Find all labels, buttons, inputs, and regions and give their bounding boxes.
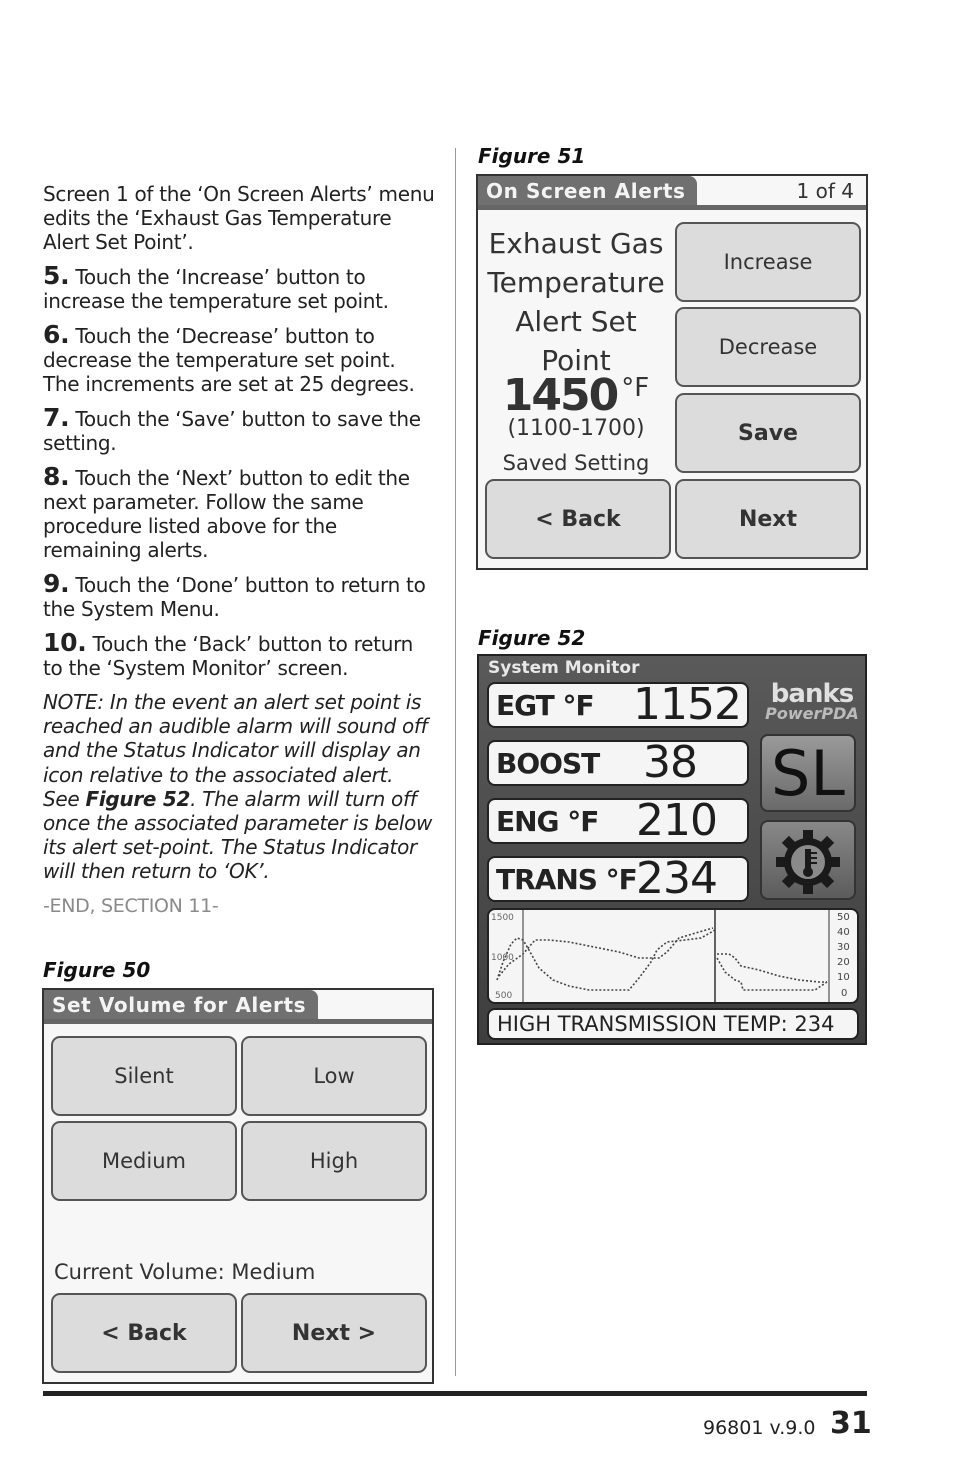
low-button[interactable]: Low	[241, 1036, 427, 1116]
left-tick-500: 500	[495, 991, 512, 1001]
figure-52-reference: Figure 52	[85, 786, 191, 811]
screen-title: Set Volume for Alerts	[44, 990, 319, 1019]
step-number: 10.	[43, 628, 87, 657]
figure-52-label: Figure 52	[478, 626, 586, 650]
step-text: Touch the ‘Increase’ button to increase …	[43, 265, 389, 313]
column-divider	[455, 148, 456, 1376]
logo-top: banks	[770, 679, 854, 709]
step-number: 9.	[43, 569, 70, 598]
current-volume-readout: Current Volume: Medium	[54, 1260, 315, 1284]
footer-rule	[43, 1391, 867, 1396]
decrease-button[interactable]: Decrease	[675, 307, 861, 387]
gauge-value: 210	[636, 795, 718, 846]
egt-trace-right	[717, 953, 827, 983]
step-number: 5.	[43, 261, 70, 290]
system-monitor-screen: System Monitor EGT °F 1152 BOOST 38 ENG …	[477, 654, 867, 1045]
right-tick-10: 10	[837, 972, 850, 983]
left-tick-1500: 1500	[491, 913, 514, 923]
section-end-marker: -END, SECTION 11-	[43, 894, 219, 917]
egt-trace	[498, 927, 714, 977]
on-screen-alerts-screen: On Screen Alerts 1 of 4 Exhaust Gas Temp…	[476, 174, 868, 570]
parameter-line: Alert Set Point	[515, 305, 637, 377]
gear-thermometer-icon	[776, 830, 840, 894]
right-tick-20: 20	[837, 957, 850, 968]
back-button[interactable]: < Back	[485, 479, 671, 559]
screen-title: System Monitor	[488, 658, 640, 678]
high-button[interactable]: High	[241, 1121, 427, 1201]
gauge-label: EGT °F	[496, 689, 595, 722]
boost-gauge[interactable]: BOOST 38	[487, 737, 749, 788]
left-tick-1000: 1000	[491, 953, 514, 963]
gauge-value: 1152	[633, 679, 742, 730]
figure-50-label: Figure 50	[43, 958, 151, 982]
egt-gauge[interactable]: EGT °F 1152	[487, 679, 749, 730]
step-text: Touch the ‘Decrease’ button to decrease …	[43, 324, 415, 396]
silent-button[interactable]: Silent	[51, 1036, 237, 1116]
set-volume-screen: Set Volume for Alerts Silent Low Medium …	[42, 988, 434, 1384]
step-10: 10. Touch the ‘Back’ button to return to…	[43, 628, 435, 680]
current-volume-label: Current Volume:	[54, 1260, 225, 1284]
engine-temp-gauge[interactable]: ENG °F 210	[487, 795, 749, 846]
right-tick-50: 50	[837, 912, 850, 923]
medium-button[interactable]: Medium	[51, 1121, 237, 1201]
step-text: Touch the ‘Done’ button to return to the…	[43, 573, 426, 621]
history-graph: 1500 1000 500 50 40 30 20 10 0	[487, 908, 859, 1004]
step-8: 8. Touch the ‘Next’ button to edit the n…	[43, 462, 435, 562]
value-unit: °F	[621, 373, 650, 403]
graph-canvas: 1500 1000 500 50 40 30 20 10 0	[491, 910, 850, 1002]
next-button[interactable]: Next	[675, 479, 861, 559]
step-9: 9. Touch the ‘Done’ button to return to …	[43, 569, 435, 621]
instructions-column: Screen 1 of the ‘On Screen Alerts’ menu …	[43, 182, 435, 918]
status-indicator[interactable]: SL	[760, 734, 856, 812]
current-volume-value: Medium	[231, 1260, 316, 1284]
document-id: 96801 v.9.0	[703, 1417, 816, 1439]
step-number: 8.	[43, 462, 70, 491]
step-number: 6.	[43, 320, 70, 349]
page-number: 31	[830, 1406, 872, 1441]
parameter-line: Temperature	[487, 266, 665, 299]
parameter-name: Exhaust Gas Temperature Alert Set Point	[478, 224, 674, 380]
right-tick-0: 0	[841, 988, 847, 999]
step-6: 6. Touch the ‘Decrease’ button to decrea…	[43, 320, 435, 396]
value-range: (1100-1700)	[507, 416, 645, 441]
gauge-label: TRANS °F	[496, 863, 638, 896]
intro-paragraph: Screen 1 of the ‘On Screen Alerts’ menu …	[43, 182, 435, 254]
step-number: 7.	[43, 403, 70, 432]
alert-message: HIGH TRANSMISSION TEMP: 234	[487, 1008, 859, 1040]
figure-51-label: Figure 51	[478, 144, 586, 168]
step-text: Touch the ‘Back’ button to return to the…	[43, 632, 414, 680]
save-button[interactable]: Save	[675, 393, 861, 473]
gauge-value: 234	[636, 853, 718, 904]
logo-bottom: PowerPDA	[765, 704, 859, 723]
gauge-value: 38	[643, 737, 698, 788]
increase-button[interactable]: Increase	[675, 222, 861, 302]
parameter-line: Exhaust Gas	[488, 227, 664, 260]
value-number: 1450	[502, 370, 619, 421]
title-bar: Set Volume for Alerts	[44, 990, 432, 1024]
trans-temp-gauge[interactable]: TRANS °F 234	[487, 853, 749, 904]
banks-powerpda-logo: banks PowerPDA	[764, 679, 860, 726]
page-indicator: 1 of 4	[796, 179, 854, 203]
step-5: 5. Touch the ‘Increase’ button to increa…	[43, 261, 435, 313]
note-paragraph: NOTE: In the event an alert set point is…	[43, 690, 435, 884]
gauge-label: BOOST	[496, 747, 600, 780]
right-tick-30: 30	[837, 942, 850, 953]
screen-title: On Screen Alerts	[478, 176, 698, 205]
back-button[interactable]: < Back	[51, 1293, 237, 1373]
next-button[interactable]: Next >	[241, 1293, 427, 1373]
setting-status: Saved Setting	[502, 451, 650, 475]
set-point-value: 1450 °F	[478, 370, 674, 421]
boost-trace	[496, 929, 716, 991]
step-text: Touch the ‘Save’ button to save the sett…	[43, 407, 421, 455]
step-7: 7. Touch the ‘Save’ button to save the s…	[43, 403, 435, 455]
gauge-label: ENG °F	[496, 805, 599, 838]
right-tick-40: 40	[837, 927, 850, 938]
title-bar: On Screen Alerts 1 of 4	[478, 176, 866, 210]
step-text: Touch the ‘Next’ button to edit the next…	[43, 466, 410, 562]
transmission-temp-icon[interactable]	[760, 820, 856, 900]
